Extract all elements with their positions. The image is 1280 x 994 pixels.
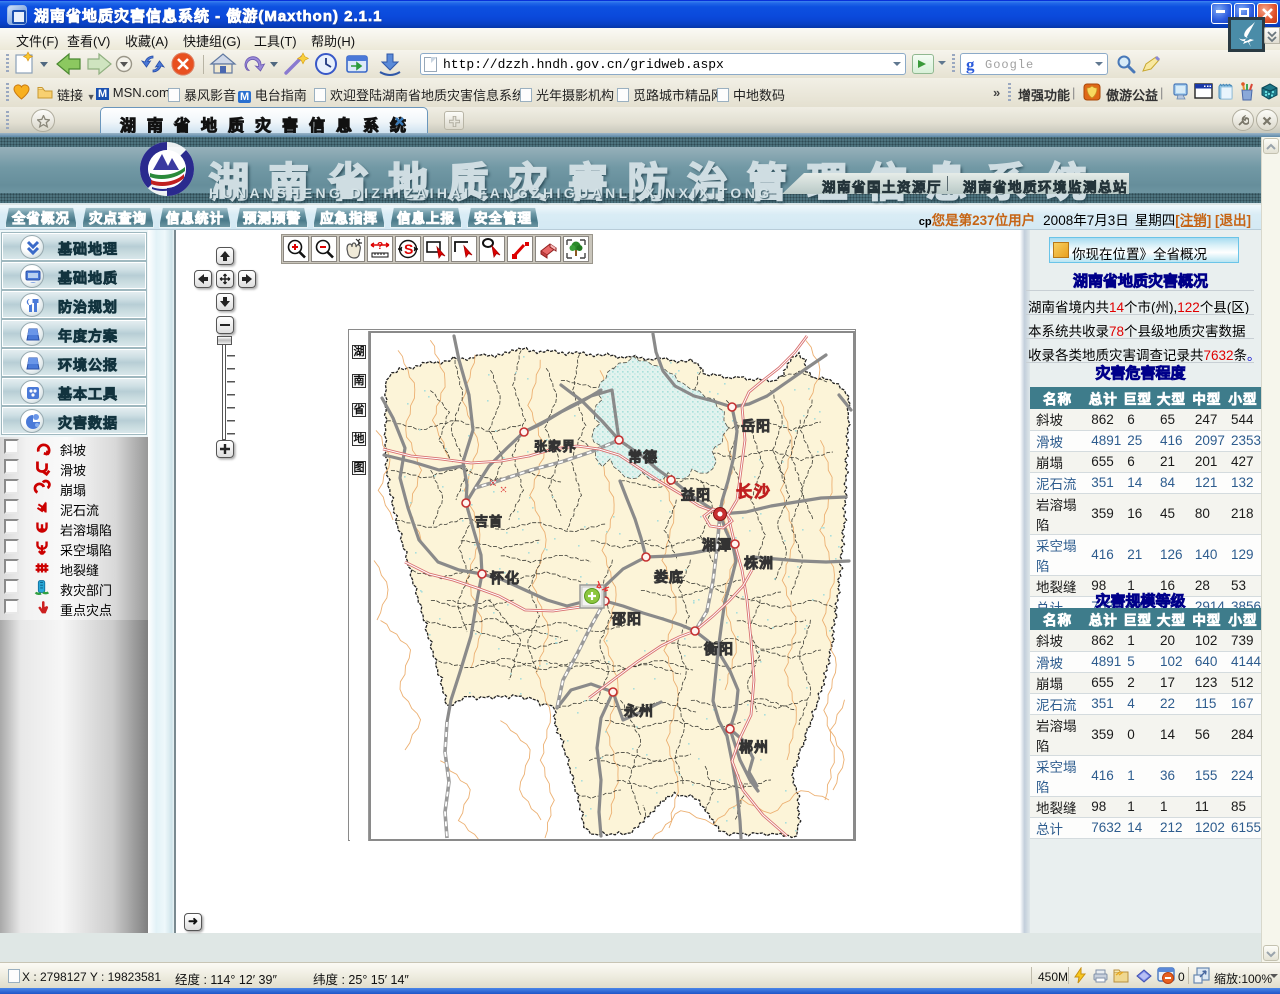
svg-text:张家界: 张家界 [534, 439, 576, 454]
svg-text:益阳: 益阳 [681, 487, 711, 503]
svg-text:?: ? [377, 241, 383, 252]
svg-text:怀化: 怀化 [490, 570, 520, 586]
svg-text:衡阳: 衡阳 [704, 641, 734, 657]
svg-text:S: S [404, 241, 413, 257]
svg-text:长沙: 长沙 [736, 482, 772, 501]
svg-text:永州: 永州 [623, 703, 654, 719]
svg-text:岳阳: 岳阳 [741, 418, 771, 434]
svg-text:吉首: 吉首 [475, 514, 503, 529]
svg-text:株洲: 株洲 [744, 555, 774, 571]
svg-text:常德: 常德 [628, 449, 658, 465]
svg-text:湘潭: 湘潭 [702, 537, 732, 553]
svg-text:郴州: 郴州 [739, 739, 769, 755]
svg-text:邵阳: 邵阳 [611, 611, 642, 627]
svg-text:娄底: 娄底 [654, 569, 684, 585]
